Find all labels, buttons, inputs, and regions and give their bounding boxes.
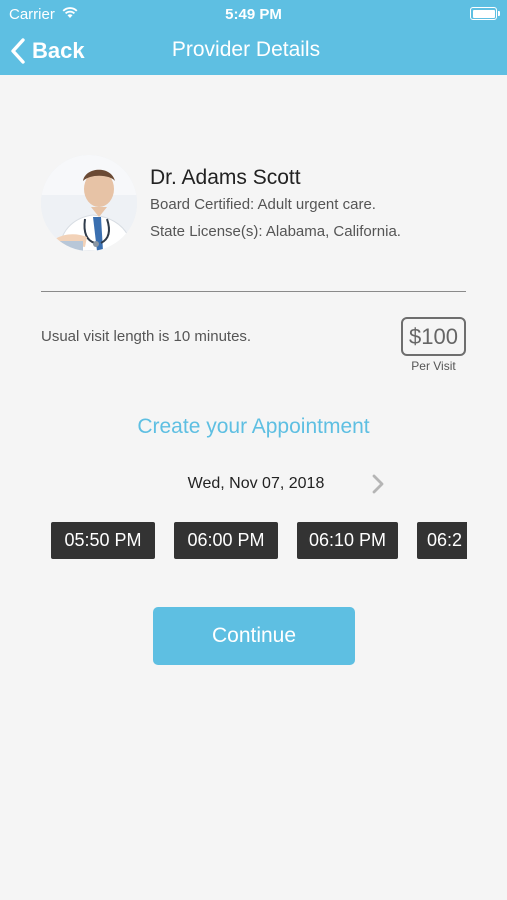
time-slot[interactable]: 06:2 bbox=[417, 522, 467, 559]
status-time: 5:49 PM bbox=[225, 6, 282, 23]
chevron-right-icon[interactable] bbox=[369, 473, 387, 495]
provider-name: Dr. Adams Scott bbox=[150, 166, 301, 189]
price-unit-label: Per Visit bbox=[411, 359, 456, 373]
provider-state-licenses: State License(s): Alabama, California. bbox=[150, 223, 401, 240]
continue-button[interactable]: Continue bbox=[153, 607, 355, 665]
provider-avatar bbox=[41, 155, 137, 251]
appointment-date: Wed, Nov 07, 2018 bbox=[187, 475, 325, 492]
provider-board-certification: Board Certified: Adult urgent care. bbox=[150, 196, 376, 213]
time-slot-carousel[interactable]: 05:50 PM 06:00 PM 06:10 PM 06:2 bbox=[51, 522, 467, 560]
divider bbox=[41, 291, 466, 292]
visit-length-text: Usual visit length is 10 minutes. bbox=[41, 328, 252, 345]
status-bar: Carrier 5:49 PM bbox=[0, 0, 507, 28]
time-slot[interactable]: 06:10 PM bbox=[297, 522, 398, 559]
doctor-photo bbox=[41, 155, 137, 251]
battery-icon bbox=[470, 7, 500, 20]
time-slot[interactable]: 05:50 PM bbox=[51, 522, 155, 559]
visit-price-badge: $100 bbox=[401, 317, 466, 356]
navigation-bar: Carrier 5:49 PM Back Provider Details bbox=[0, 0, 507, 75]
page-title: Provider Details bbox=[171, 38, 321, 61]
time-slot[interactable]: 06:00 PM bbox=[174, 522, 278, 559]
appointment-heading: Create your Appointment bbox=[137, 415, 370, 438]
